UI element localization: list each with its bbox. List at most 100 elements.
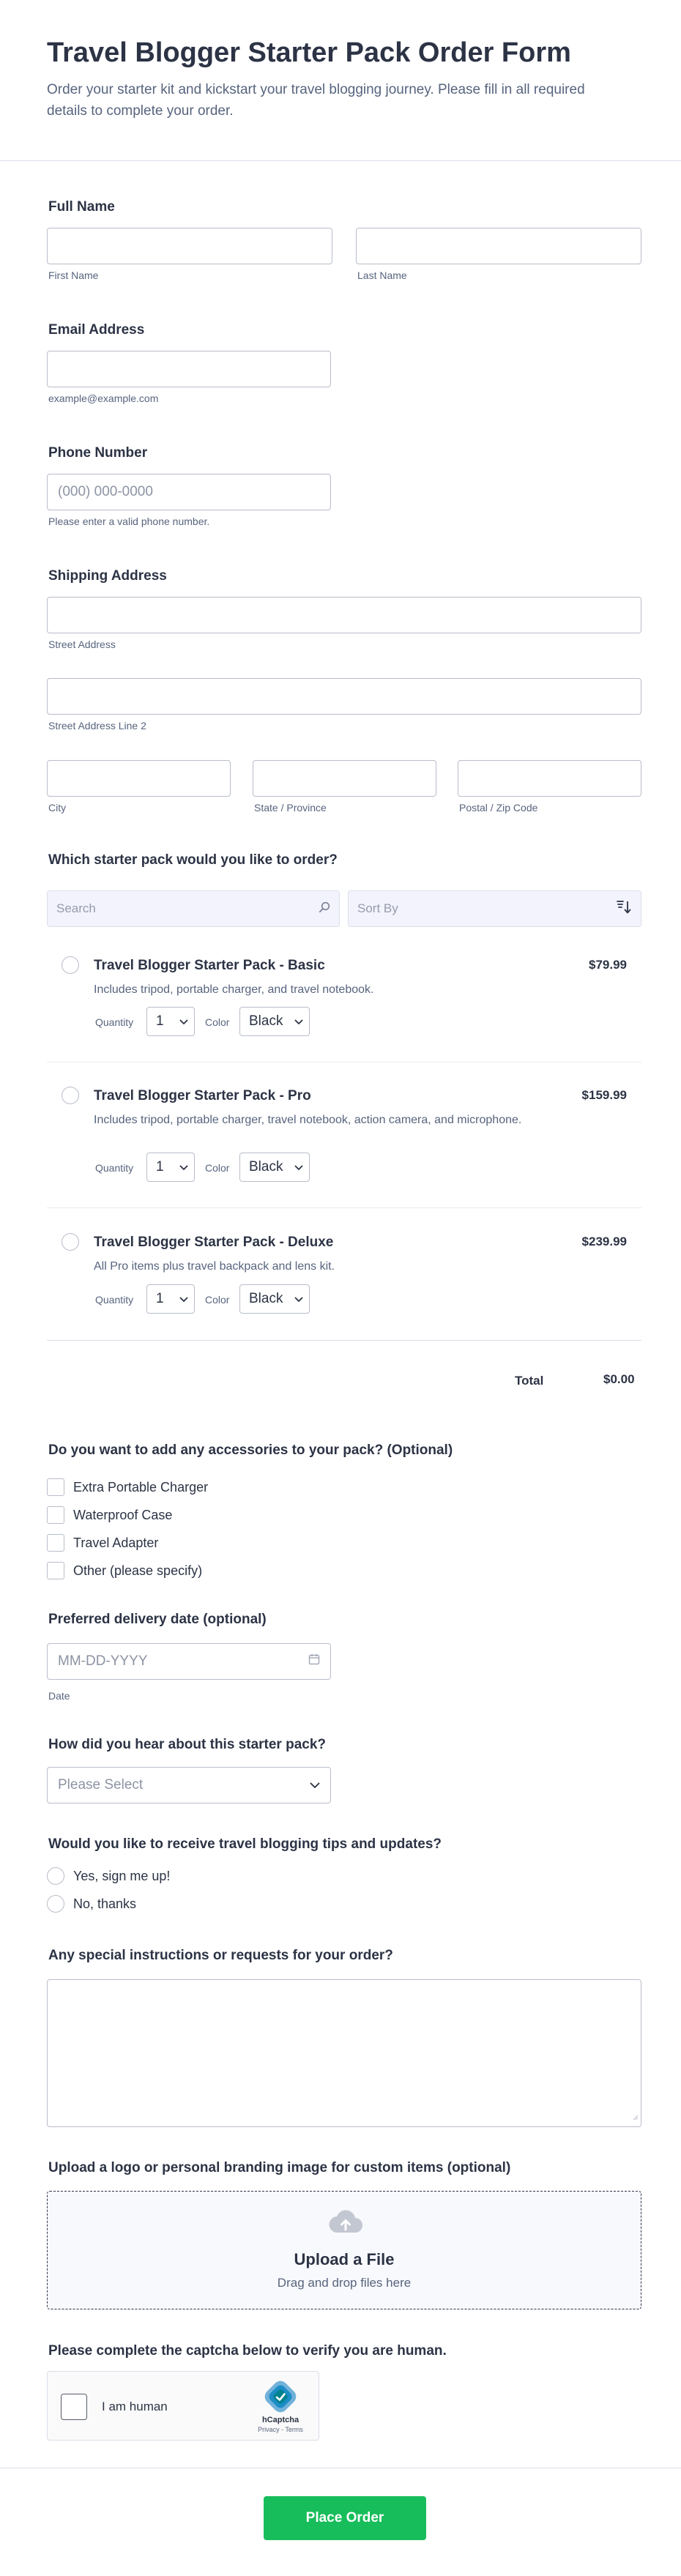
total-label: Total xyxy=(515,1374,544,1388)
accessory-checkbox[interactable] xyxy=(47,1534,64,1552)
quantity-select[interactable]: 1 xyxy=(146,1284,195,1314)
color-value: Black xyxy=(249,1013,283,1029)
street-address-2-sublabel: Street Address Line 2 xyxy=(48,720,146,732)
product-price: $159.99 xyxy=(581,1088,627,1102)
product-search-input[interactable]: Search xyxy=(47,890,340,927)
quantity-select[interactable]: 1 xyxy=(146,1153,195,1182)
chevron-down-icon xyxy=(294,1013,303,1030)
color-value: Black xyxy=(249,1291,283,1306)
color-value: Black xyxy=(249,1159,283,1175)
color-select[interactable]: Black xyxy=(239,1284,310,1314)
accessory-option[interactable]: Other (please specify) xyxy=(47,1557,208,1585)
zip-sublabel: Postal / Zip Code xyxy=(459,802,538,814)
product-name: Travel Blogger Starter Pack - Basic xyxy=(94,958,325,973)
referral-select[interactable]: Please Select xyxy=(47,1767,331,1803)
captcha-label: Please complete the captcha below to ver… xyxy=(48,2343,447,2359)
product-item[interactable]: Travel Blogger Starter Pack - Basic $79.… xyxy=(47,933,641,1062)
tips-option-label: No, thanks xyxy=(73,1896,137,1911)
product-radio[interactable] xyxy=(62,1087,79,1104)
quantity-label: Quantity xyxy=(95,1016,134,1028)
sort-by-label: Sort By xyxy=(357,901,398,915)
first-name-input[interactable] xyxy=(47,228,332,264)
email-sublabel: example@example.com xyxy=(48,392,159,404)
state-sublabel: State / Province xyxy=(254,802,327,814)
accessory-option[interactable]: Extra Portable Charger xyxy=(47,1473,208,1501)
product-description: All Pro items plus travel backpack and l… xyxy=(94,1260,335,1273)
search-icon xyxy=(319,901,330,917)
accessory-checkbox[interactable] xyxy=(47,1506,64,1524)
form-page: Travel Blogger Starter Pack Order Form O… xyxy=(0,0,681,2576)
street-address-sublabel: Street Address xyxy=(48,639,116,650)
phone-placeholder: (000) 000-0000 xyxy=(58,484,153,499)
instructions-textarea[interactable] xyxy=(47,1979,641,2127)
chevron-down-icon xyxy=(179,1291,188,1307)
chevron-down-icon xyxy=(179,1013,188,1030)
phone-input[interactable]: (000) 000-0000 xyxy=(47,474,331,510)
place-order-button[interactable]: Place Order xyxy=(264,2496,426,2540)
chevron-down-icon xyxy=(310,1777,320,1793)
delivery-date-placeholder: MM-DD-YYYY xyxy=(58,1653,148,1669)
last-name-input[interactable] xyxy=(356,228,641,264)
delivery-label: Preferred delivery date (optional) xyxy=(48,1612,267,1627)
accessory-option[interactable]: Waterproof Case xyxy=(47,1501,208,1529)
product-description: Includes tripod, portable charger, and t… xyxy=(94,983,374,996)
resize-handle-icon[interactable] xyxy=(631,2111,639,2124)
last-name-sublabel: Last Name xyxy=(357,269,407,281)
full-name-label: Full Name xyxy=(48,199,115,215)
color-select[interactable]: Black xyxy=(239,1007,310,1036)
upload-label: Upload a logo or personal branding image… xyxy=(48,2160,511,2175)
accessory-option-label: Extra Portable Charger xyxy=(73,1479,209,1494)
sort-by-select[interactable]: Sort By xyxy=(348,890,641,927)
chevron-down-icon xyxy=(179,1159,188,1175)
product-price: $79.99 xyxy=(589,958,627,972)
quantity-value: 1 xyxy=(156,1291,164,1306)
captcha-brand: hCaptcha xyxy=(261,2416,299,2424)
street-address-2-input[interactable] xyxy=(47,678,641,715)
phone-label: Phone Number xyxy=(48,445,148,461)
zip-input[interactable] xyxy=(458,760,641,797)
captcha-links[interactable]: Privacy - Terms xyxy=(245,2426,316,2433)
product-item[interactable]: Travel Blogger Starter Pack - Deluxe $23… xyxy=(47,1208,641,1341)
upload-subtitle: Drag and drop files here xyxy=(277,2276,412,2290)
accessory-option-label: Other (please specify) xyxy=(73,1563,203,1578)
product-price: $239.99 xyxy=(581,1235,627,1248)
search-placeholder: Search xyxy=(56,901,96,915)
upload-title: Upload a File xyxy=(294,2250,395,2268)
tips-label: Would you like to receive travel bloggin… xyxy=(48,1836,442,1852)
quantity-select[interactable]: 1 xyxy=(146,1007,195,1036)
chevron-down-icon xyxy=(294,1291,303,1307)
city-input[interactable] xyxy=(47,760,231,797)
accessory-checkbox[interactable] xyxy=(47,1478,64,1496)
quantity-label: Quantity xyxy=(95,1162,134,1174)
product-item[interactable]: Travel Blogger Starter Pack - Pro $159.9… xyxy=(47,1062,641,1208)
email-input[interactable] xyxy=(47,351,331,387)
products-label: Which starter pack would you like to ord… xyxy=(48,852,338,868)
product-radio[interactable] xyxy=(62,956,79,974)
referral-label: How did you hear about this starter pack… xyxy=(48,1737,327,1752)
total-value: $0.00 xyxy=(603,1372,635,1386)
product-name: Travel Blogger Starter Pack - Deluxe xyxy=(94,1235,334,1250)
color-select[interactable]: Black xyxy=(239,1153,310,1182)
street-address-input[interactable] xyxy=(47,597,641,633)
product-description: Includes tripod, portable charger, trave… xyxy=(94,1114,522,1126)
delivery-date-input[interactable]: MM-DD-YYYY xyxy=(47,1643,331,1680)
tips-radio[interactable] xyxy=(47,1867,64,1885)
product-radio[interactable] xyxy=(62,1233,79,1251)
color-label: Color xyxy=(205,1294,230,1306)
tips-radio[interactable] xyxy=(47,1895,64,1913)
tips-option[interactable]: No, thanks xyxy=(47,1890,170,1918)
instructions-label: Any special instructions or requests for… xyxy=(48,1948,393,1963)
accessory-option[interactable]: Travel Adapter xyxy=(47,1529,208,1557)
phone-sublabel: Please enter a valid phone number. xyxy=(48,515,210,527)
file-upload-dropzone[interactable]: Upload a File Drag and drop files here xyxy=(47,2191,641,2309)
state-input[interactable] xyxy=(253,760,436,797)
accessory-checkbox[interactable] xyxy=(47,1562,64,1579)
accessory-option-label: Travel Adapter xyxy=(73,1535,159,1550)
calendar-icon[interactable] xyxy=(308,1653,320,1669)
accessories-options: Extra Portable Charger Waterproof Case T… xyxy=(47,1473,208,1585)
tips-option[interactable]: Yes, sign me up! xyxy=(47,1862,170,1890)
referral-placeholder: Please Select xyxy=(58,1777,144,1793)
email-label: Email Address xyxy=(48,322,145,338)
captcha-checkbox[interactable] xyxy=(61,2394,87,2420)
accessories-label: Do you want to add any accessories to yo… xyxy=(48,1443,453,1458)
